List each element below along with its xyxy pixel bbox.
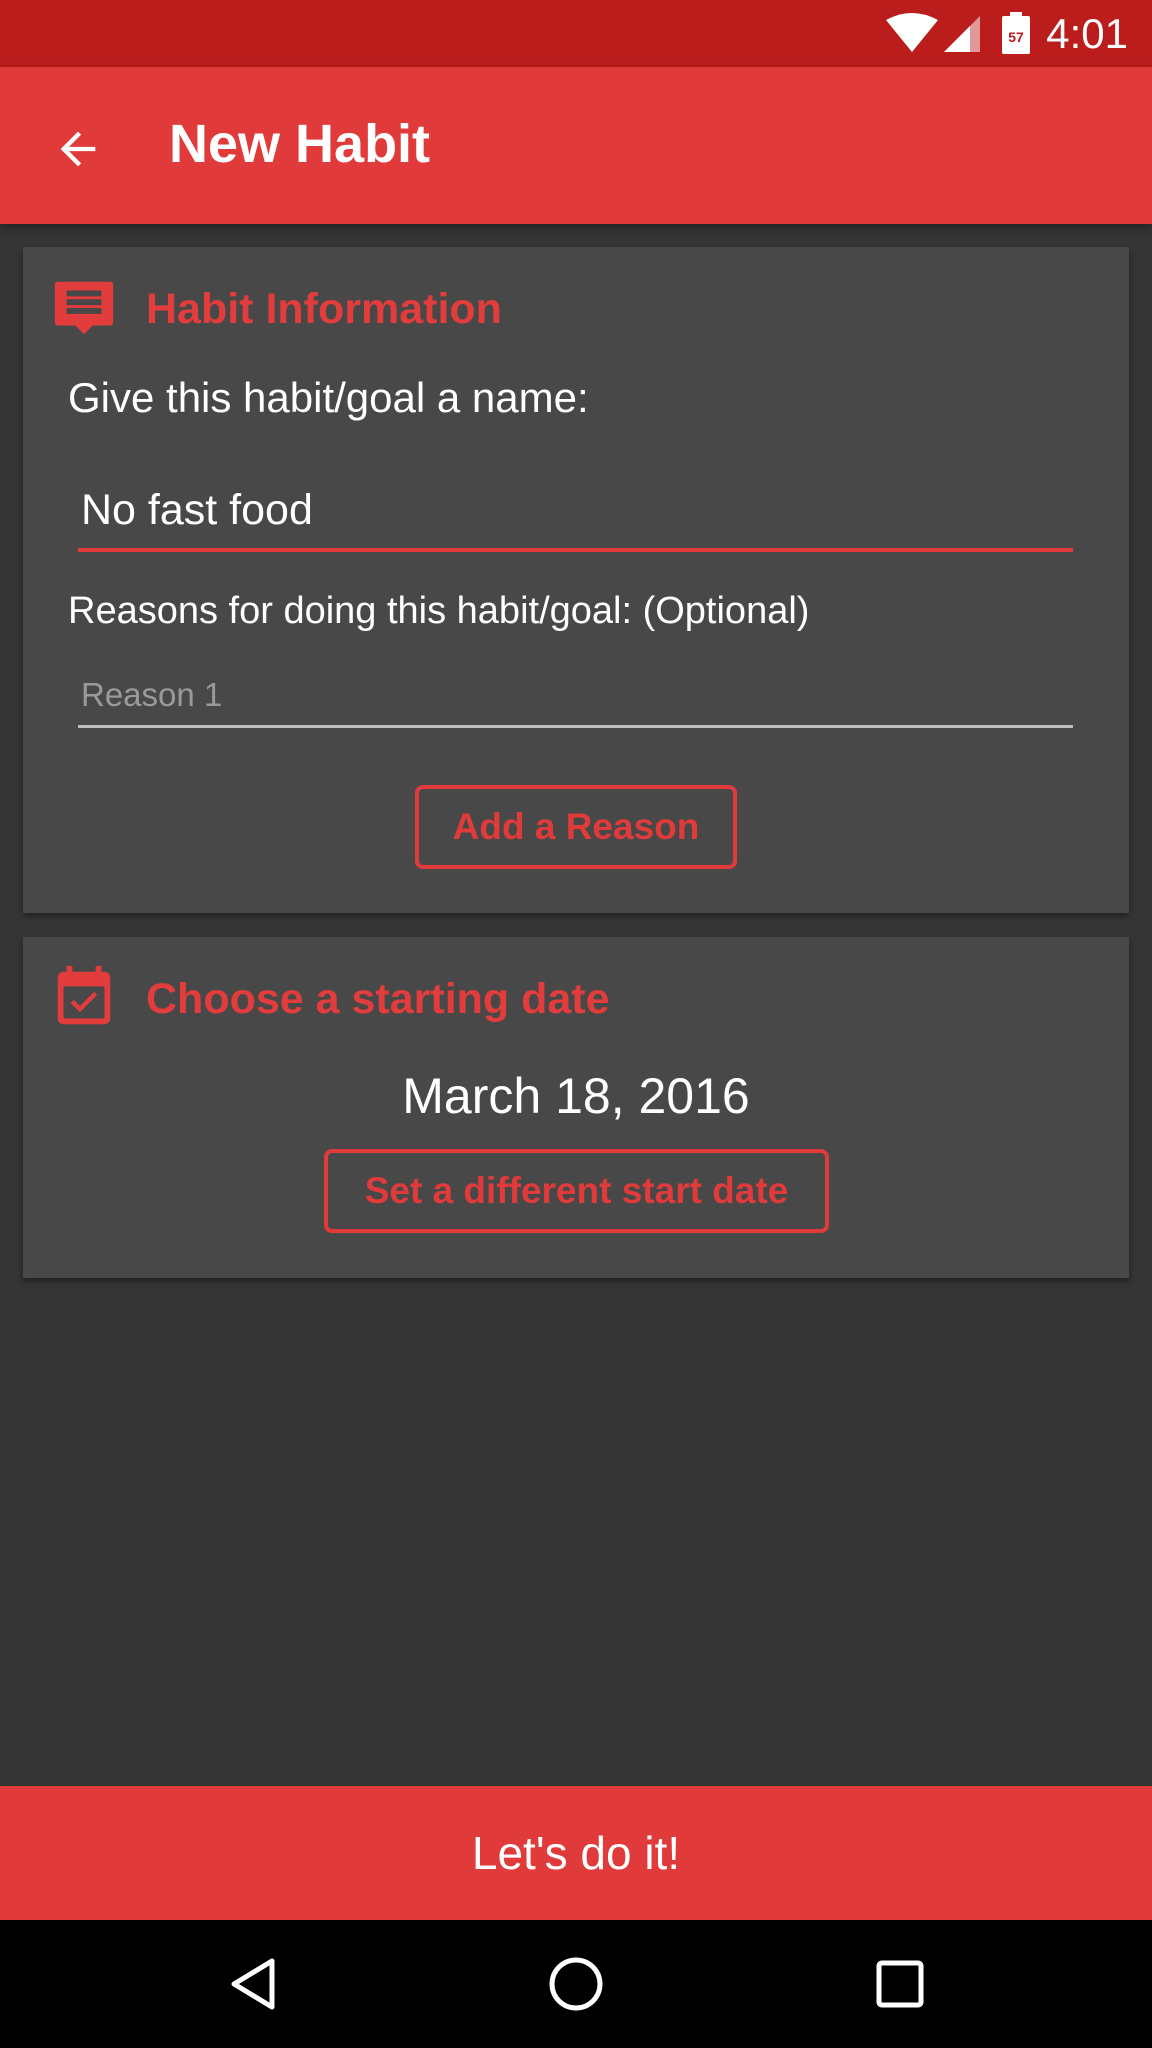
comment-icon — [54, 281, 114, 335]
add-reason-button[interactable]: Add a Reason — [415, 785, 737, 869]
start-date-card: Choose a starting date March 18, 2016 Se… — [23, 937, 1129, 1278]
page-title: New Habit — [169, 114, 431, 174]
status-time: 4:01 — [1046, 10, 1128, 57]
app-bar: New Habit — [0, 67, 1152, 224]
reasons-label: Reasons for doing this habit/goal: (Opti… — [68, 590, 810, 632]
battery-icon: 57 — [1002, 12, 1030, 54]
recents-square-icon — [876, 1960, 924, 2008]
battery-level: 57 — [1008, 29, 1024, 45]
back-triangle-icon — [231, 1958, 275, 2010]
status-bar: 57 4:01 — [0, 0, 1152, 67]
status-icons: 57 — [886, 12, 1030, 54]
nav-recents-button[interactable] — [855, 1944, 945, 2024]
start-date-value: March 18, 2016 — [402, 1068, 750, 1124]
set-start-date-button[interactable]: Set a different start date — [324, 1149, 829, 1233]
system-nav-bar — [0, 1920, 1152, 2048]
calendar-check-icon — [57, 965, 111, 1025]
back-button[interactable] — [38, 109, 118, 189]
home-circle-icon — [549, 1957, 603, 2011]
nav-home-button[interactable] — [531, 1944, 621, 2024]
submit-button[interactable]: Let's do it! — [0, 1786, 1152, 1920]
wifi-icon — [886, 13, 938, 52]
reason-1-input[interactable] — [78, 664, 1073, 728]
start-date-title: Choose a starting date — [146, 975, 610, 1023]
habit-name-label: Give this habit/goal a name: — [68, 374, 589, 421]
habit-information-title: Habit Information — [146, 285, 502, 333]
habit-information-card: Habit Information Give this habit/goal a… — [23, 247, 1129, 913]
habit-name-input[interactable] — [78, 472, 1073, 552]
arrow-back-icon — [60, 131, 96, 167]
cell-signal-icon — [944, 16, 980, 52]
nav-back-button[interactable] — [208, 1944, 298, 2024]
